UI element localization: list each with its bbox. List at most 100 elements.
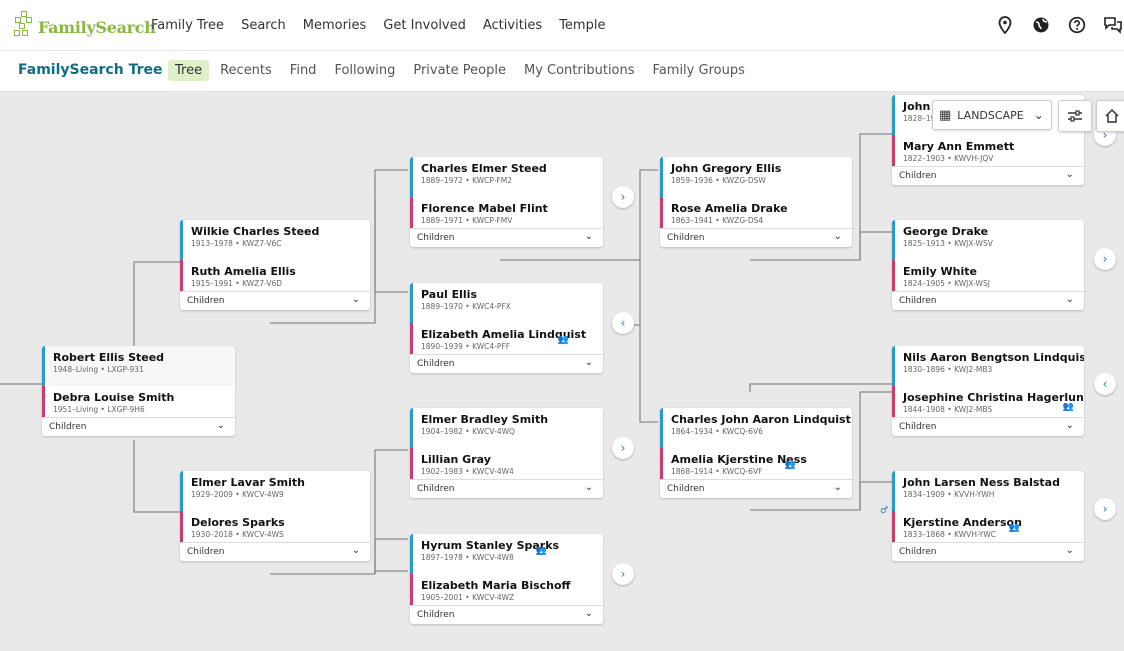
record-hints-icon[interactable]: 👥 xyxy=(785,460,796,470)
person-name: Elmer Lavar Smith xyxy=(191,476,305,489)
person-card[interactable]: Elizabeth Amelia Lindquist 1890–1939 • K… xyxy=(410,323,603,354)
person-name: Amelia Kjerstine Ness xyxy=(671,453,807,466)
record-hints-icon[interactable]: 👥 xyxy=(1063,402,1074,412)
nav-activities[interactable]: Activities xyxy=(483,18,542,33)
person-card[interactable]: Debra Louise Smith 1951–Living • LXGP-9H… xyxy=(42,386,235,417)
children-dropdown[interactable]: Children ⌄ xyxy=(42,417,235,436)
familysearch-logo[interactable]: FamilySearch xyxy=(14,8,156,40)
person-card[interactable]: Hyrum Stanley Sparks 1897–1978 • KWCV-4W… xyxy=(410,534,603,565)
children-dropdown[interactable]: Children ⌄ xyxy=(892,417,1084,436)
children-dropdown[interactable]: Children ⌄ xyxy=(892,166,1084,185)
person-card[interactable]: Lillian Gray 1902–1983 • KWCV-4W4 xyxy=(410,448,603,479)
nav-family-tree[interactable]: Family Tree xyxy=(151,18,224,33)
person-card[interactable]: Robert Ellis Steed 1948–Living • LXGP-93… xyxy=(42,346,235,377)
record-hints-icon[interactable]: 👥 xyxy=(1009,523,1020,533)
person-lifespan-id: 1951–Living • LXGP-9H6 xyxy=(53,405,145,414)
children-dropdown[interactable]: Children ⌄ xyxy=(180,542,370,561)
person-card[interactable]: Charles John Aaron Lindquist 1864–1934 •… xyxy=(660,408,852,439)
person-card[interactable]: Emily White 1824–1905 • KWJX-WSJ xyxy=(892,260,1084,291)
person-card[interactable]: Ruth Amelia Ellis 1915–1991 • KWZ7-V6D xyxy=(180,260,370,291)
tab-recents[interactable]: Recents xyxy=(213,60,279,81)
person-lifespan-id: 1897–1978 • KWCV-4W8 xyxy=(421,553,514,562)
expand-ancestors-button[interactable]: › xyxy=(1094,498,1116,520)
collapse-ancestors-button[interactable]: ‹ xyxy=(1094,373,1116,395)
person-lifespan-id: 1889–1971 • KWCP-FMV xyxy=(421,216,513,225)
couple-card[interactable]: George Drake 1825–1913 • KWJX-WSV Emily … xyxy=(892,220,1084,310)
expand-ancestors-button[interactable]: › xyxy=(612,437,634,459)
help-icon[interactable] xyxy=(1066,14,1088,36)
children-dropdown[interactable]: Children ⌄ xyxy=(410,479,603,498)
person-card[interactable]: Mary Ann Emmett 1822–1903 • KWVH-JQV xyxy=(892,135,1084,166)
home-button[interactable] xyxy=(1096,100,1124,132)
children-dropdown[interactable]: Children ⌄ xyxy=(410,354,603,373)
children-dropdown[interactable]: Children ⌄ xyxy=(892,291,1084,310)
chevron-down-icon: ⌄ xyxy=(1065,294,1074,305)
chevron-down-icon: ⌄ xyxy=(833,482,842,493)
nav-search[interactable]: Search xyxy=(241,18,286,33)
person-card[interactable]: George Drake 1825–1913 • KWJX-WSV xyxy=(892,220,1084,251)
person-card[interactable]: Delores Sparks 1930–2018 • KWCV-4WS xyxy=(180,511,370,542)
person-lifespan-id: 1890–1939 • KWC4-PFF xyxy=(421,342,511,351)
couple-card[interactable]: Elmer Lavar Smith 1929–2009 • KWCV-4W9 D… xyxy=(180,471,370,561)
person-card[interactable]: Elizabeth Maria Bischoff 1905–2001 • KWC… xyxy=(410,574,603,605)
home-icon xyxy=(1105,108,1119,123)
children-dropdown[interactable]: Children ⌄ xyxy=(410,605,603,624)
tab-my-contributions[interactable]: My Contributions xyxy=(517,60,642,81)
person-lifespan-id: 1833–1868 • KWVH-YWC xyxy=(903,530,997,539)
couple-card[interactable]: Hyrum Stanley Sparks 1897–1978 • KWCV-4W… xyxy=(410,534,603,624)
person-lifespan-id: 1824–1905 • KWJX-WSJ xyxy=(903,279,990,288)
person-card[interactable]: Amelia Kjerstine Ness 1868–1914 • KWCQ-6… xyxy=(660,448,852,479)
person-card[interactable]: Rose Amelia Drake 1863–1941 • KWZG-DS4 xyxy=(660,197,852,228)
person-name: Charles Elmer Steed xyxy=(421,162,547,175)
record-hints-icon[interactable]: 👥 xyxy=(558,335,569,345)
tree-selector[interactable]: FamilySearch Tree⌄ xyxy=(18,62,180,78)
children-dropdown[interactable]: Children ⌄ xyxy=(660,479,852,498)
couple-card[interactable]: Charles Elmer Steed 1889–1972 • KWCP-FM2… xyxy=(410,157,603,247)
globe-icon[interactable] xyxy=(1030,14,1052,36)
expand-ancestors-button[interactable]: › xyxy=(1094,248,1116,270)
couple-card[interactable]: John Gregory Ellis 1859–1936 • KWZG-DSW … xyxy=(660,157,852,247)
person-card[interactable]: Charles Elmer Steed 1889–1972 • KWCP-FM2 xyxy=(410,157,603,188)
nav-get-involved[interactable]: Get Involved xyxy=(383,18,466,33)
children-dropdown[interactable]: Children ⌄ xyxy=(660,228,852,247)
nav-memories[interactable]: Memories xyxy=(303,18,367,33)
tab-tree[interactable]: Tree xyxy=(168,60,210,81)
tab-following[interactable]: Following xyxy=(327,60,402,81)
person-card[interactable]: Florence Mabel Flint 1889–1971 • KWCP-FM… xyxy=(410,197,603,228)
record-hints-icon[interactable]: 👥 xyxy=(536,546,547,556)
expand-ancestors-button[interactable]: › xyxy=(612,563,634,585)
person-card[interactable]: Josephine Christina Hagerlund 1844–1908 … xyxy=(892,386,1084,417)
couple-card[interactable]: Paul Ellis 1889–1970 • KWC4-PFX Elizabet… xyxy=(410,283,603,373)
person-card[interactable]: Elmer Lavar Smith 1929–2009 • KWCV-4W9 xyxy=(180,471,370,502)
couple-card[interactable]: Charles John Aaron Lindquist 1864–1934 •… xyxy=(660,408,852,498)
tab-private-people[interactable]: Private People xyxy=(406,60,513,81)
pedigree-canvas[interactable]: Robert Ellis Steed 1948–Living • LXGP-93… xyxy=(0,92,1124,651)
location-pin-icon[interactable] xyxy=(994,14,1016,36)
person-card[interactable]: John Larsen Ness Balstad 1834–1909 • KVV… xyxy=(892,471,1084,502)
children-label: Children xyxy=(417,233,455,243)
couple-card[interactable]: Robert Ellis Steed 1948–Living • LXGP-93… xyxy=(42,346,235,436)
couple-card[interactable]: Wilkie Charles Steed 1913–1978 • KWZ7-V6… xyxy=(180,220,370,310)
tab-family-groups[interactable]: Family Groups xyxy=(646,60,752,81)
expand-ancestors-button[interactable]: › xyxy=(612,186,634,208)
nav-temple[interactable]: Temple xyxy=(559,18,605,33)
children-dropdown[interactable]: Children ⌄ xyxy=(892,542,1084,561)
layout-selector[interactable]: ▦ LANDSCAPE ⌄ xyxy=(932,100,1052,130)
children-dropdown[interactable]: Children ⌄ xyxy=(410,228,603,247)
chat-icon[interactable] xyxy=(1102,14,1124,36)
person-card[interactable]: Wilkie Charles Steed 1913–1978 • KWZ7-V6… xyxy=(180,220,370,251)
relationship-icon[interactable]: ♂ xyxy=(880,506,888,516)
tab-find[interactable]: Find xyxy=(283,60,324,81)
couple-card[interactable]: Elmer Bradley Smith 1904–1982 • KWCV-4WQ… xyxy=(410,408,603,498)
person-card[interactable]: Paul Ellis 1889–1970 • KWC4-PFX xyxy=(410,283,603,314)
children-dropdown[interactable]: Children ⌄ xyxy=(180,291,370,310)
couple-card[interactable]: John Larsen Ness Balstad 1834–1909 • KVV… xyxy=(892,471,1084,561)
person-card[interactable]: Nils Aaron Bengtson Lindquist 1830–1896 … xyxy=(892,346,1084,377)
collapse-ancestors-button[interactable]: ‹ xyxy=(612,312,634,334)
person-card[interactable]: Kjerstine Anderson 1833–1868 • KWVH-YWC … xyxy=(892,511,1084,542)
couple-card[interactable]: Nils Aaron Bengtson Lindquist 1830–1896 … xyxy=(892,346,1084,436)
person-card[interactable]: John Gregory Ellis 1859–1936 • KWZG-DSW xyxy=(660,157,852,188)
chevron-down-icon: ⌄ xyxy=(351,545,360,556)
person-card[interactable]: Elmer Bradley Smith 1904–1982 • KWCV-4WQ xyxy=(410,408,603,439)
settings-sliders-button[interactable] xyxy=(1058,100,1092,132)
